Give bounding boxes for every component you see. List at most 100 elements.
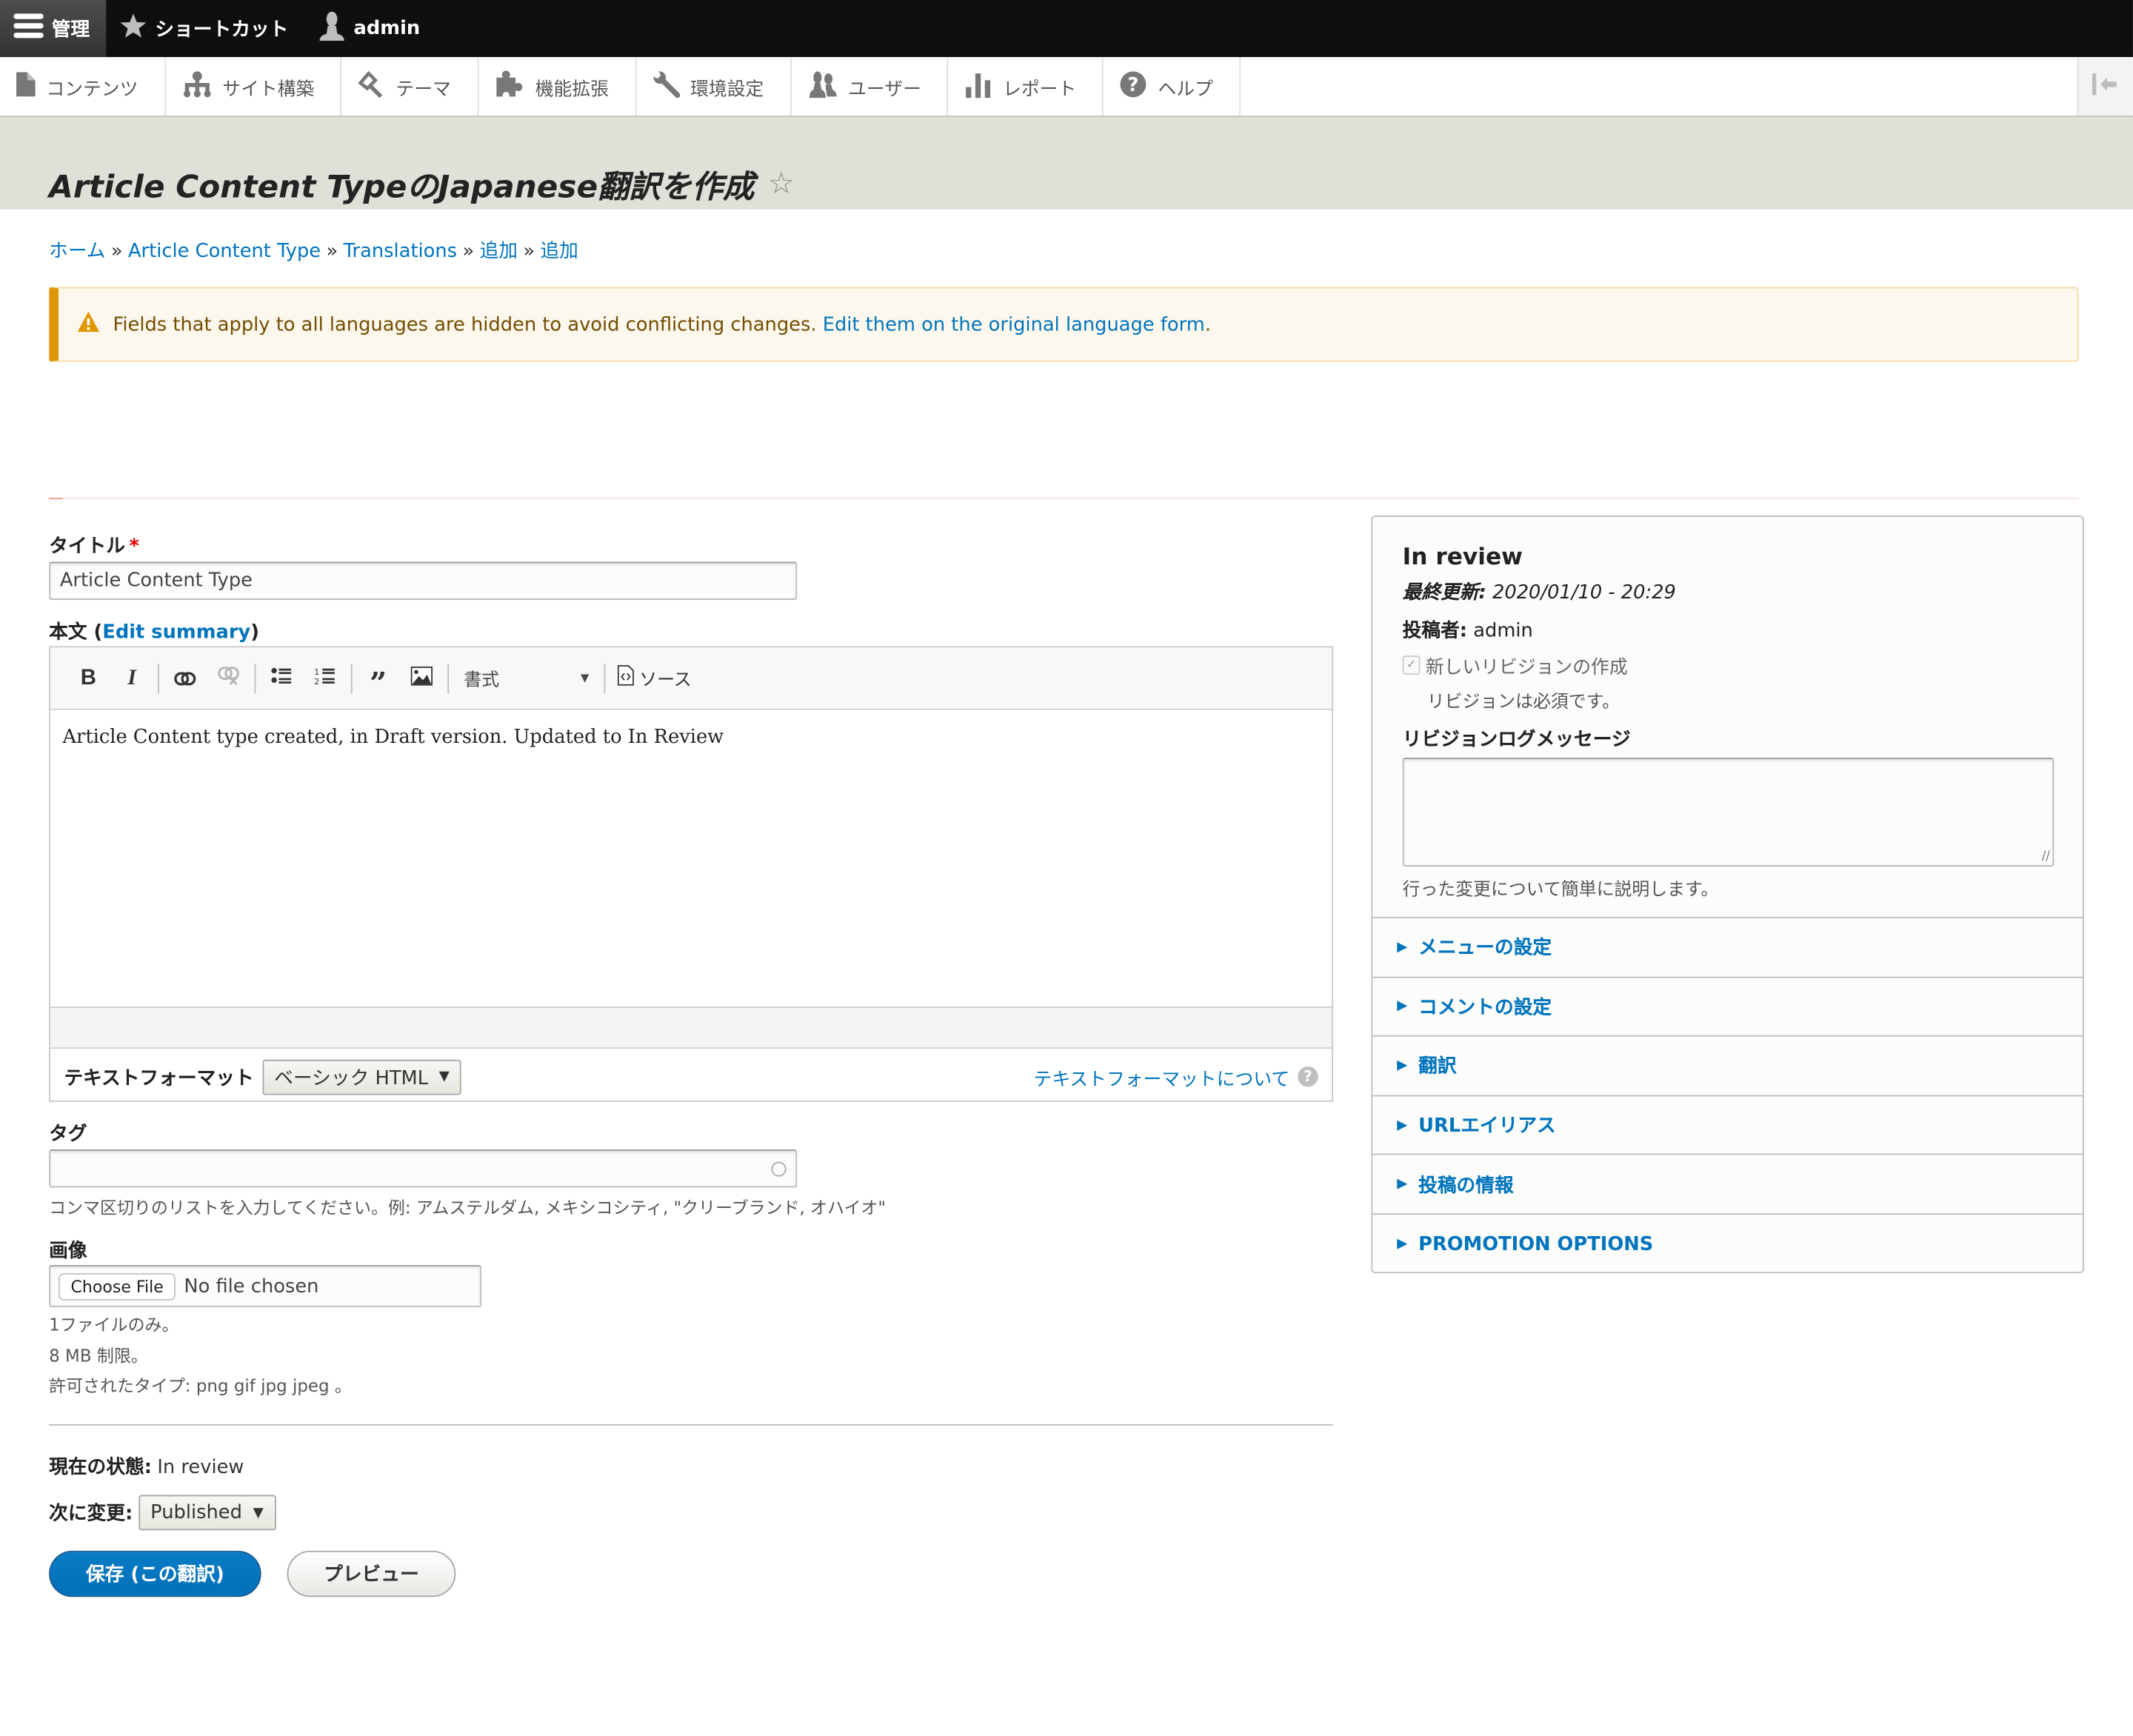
tray-item-structure[interactable]: サイト構築 — [165, 57, 342, 116]
author: 投稿者: admin — [1403, 616, 2053, 644]
toolbar-separator — [604, 663, 606, 693]
tray-item-people[interactable]: ユーザー — [791, 57, 949, 116]
promotion-options-toggle[interactable]: ▶ PROMOTION OPTIONS — [1372, 1215, 2083, 1274]
image-button[interactable] — [400, 659, 444, 697]
shortcut-star-icon[interactable]: ☆ — [768, 167, 795, 201]
original-language-form-link[interactable]: Edit them on the original language form — [823, 313, 1205, 335]
url-alias-toggle[interactable]: ▶ URLエイリアス — [1372, 1096, 2083, 1156]
manage-label: 管理 — [51, 19, 90, 41]
italic-button[interactable]: I — [110, 659, 154, 697]
text-format-value: ベーシック HTML — [274, 1066, 429, 1089]
image-desc-line: 1ファイルのみ。 — [49, 1314, 179, 1335]
link-button[interactable] — [163, 659, 207, 697]
blockquote-button[interactable]: ” — [356, 659, 400, 698]
wrench-icon — [652, 70, 680, 103]
revision-log-label: リビジョンログメッセージ — [1402, 729, 1631, 751]
comment-settings-toggle[interactable]: ▶ コメントの設定 — [1372, 978, 2083, 1037]
new-revision-checkbox-row: ✓ 新しいリビジョンの作成 — [1402, 652, 2053, 679]
shortcuts-label: ショートカット — [155, 19, 289, 41]
sidebar-header: In review 最終更新: 2020/01/10 - 20:29 投稿者: … — [1372, 517, 2083, 918]
format-dropdown[interactable]: 書式 ▼ — [453, 659, 600, 697]
preview-button[interactable]: プレビュー — [287, 1550, 456, 1598]
entity-meta-sidebar: In review 最終更新: 2020/01/10 - 20:29 投稿者: … — [1371, 515, 2084, 1274]
image-desc-line: 許可されたタイプ: png gif jpg jpeg 。 — [49, 1375, 352, 1396]
section-label: URLエイリアス — [1418, 1115, 1556, 1138]
save-translation-button[interactable]: 保存 (この翻訳) — [49, 1550, 261, 1598]
breadcrumb-home[interactable]: ホーム — [49, 241, 105, 262]
tray-item-label: 機能拡張 — [535, 78, 609, 100]
page-header: Article Content TypeのJapanese翻訳を作成 ☆ — [0, 116, 2133, 210]
tray-item-extend[interactable]: 機能拡張 — [478, 57, 636, 116]
autocomplete-throbber-icon — [771, 1161, 787, 1176]
bar-chart-icon — [965, 70, 992, 103]
help-icon: ? — [1298, 1066, 1318, 1087]
tray-item-help[interactable]: ? ヘルプ — [1104, 57, 1241, 116]
revision-log-description: 行った変更について簡単に説明します。 — [1402, 880, 1719, 901]
breadcrumb-translations[interactable]: Translations — [344, 241, 458, 262]
section-label: PROMOTION OPTIONS — [1418, 1233, 1654, 1255]
triangle-right-icon: ▶ — [1397, 1058, 1408, 1074]
sitemap-icon — [181, 70, 211, 103]
chevron-down-icon: ▼ — [253, 1505, 264, 1520]
image-file-input[interactable]: Choose File No file chosen — [49, 1265, 482, 1308]
user-menu-button[interactable]: admin — [304, 0, 436, 57]
section-label: 投稿の情報 — [1418, 1175, 1514, 1197]
italic-icon: I — [127, 666, 136, 690]
last-updated-value: 2020/01/10 - 20:29 — [1492, 582, 1676, 604]
text-format-row: テキストフォーマット ベーシック HTML ▼ テキストフォーマットについて ? — [50, 1049, 1332, 1104]
tray-item-configuration[interactable]: 環境設定 — [636, 57, 792, 116]
author-value: admin — [1473, 620, 1533, 642]
progress-fill — [49, 498, 63, 500]
breadcrumb-article[interactable]: Article Content Type — [128, 241, 321, 262]
section-label: 翻訳 — [1418, 1056, 1457, 1078]
help-icon: ? — [1120, 70, 1147, 103]
bold-button[interactable]: B — [67, 659, 110, 697]
source-icon — [617, 665, 634, 691]
numbered-list-button[interactable]: 12 — [304, 659, 347, 697]
change-to-select[interactable]: Published ▼ — [138, 1495, 276, 1531]
tray-item-content[interactable]: コンテンツ — [0, 57, 166, 116]
tray-item-label: サイト構築 — [222, 78, 315, 100]
text-format-help-link[interactable]: テキストフォーマットについて ? — [1034, 1063, 1318, 1090]
format-dropdown-label: 書式 — [464, 670, 500, 692]
editor-content-area[interactable]: Article Content type created, in Draft v… — [50, 710, 1332, 1007]
breadcrumb: ホーム» Article Content Type» Translations» 追加… — [49, 237, 578, 264]
unlink-icon — [218, 665, 239, 691]
breadcrumb-add-current[interactable]: 追加 — [540, 241, 578, 262]
resize-grip-icon[interactable]: // — [2042, 850, 2050, 864]
current-state-label: 現在の状態: — [49, 1457, 152, 1479]
new-revision-checkbox[interactable]: ✓ — [1402, 655, 1421, 675]
manage-menu-button[interactable]: 管理 — [0, 0, 107, 58]
text-format-select[interactable]: ベーシック HTML ▼ — [261, 1058, 462, 1095]
image-description: 1ファイルのみ。 8 MB 制限。 許可されたタイプ: png gif jpg … — [49, 1310, 352, 1402]
svg-text:1: 1 — [314, 667, 319, 677]
current-state: 現在の状態: In review — [49, 1453, 244, 1480]
tray-orientation-toggle[interactable] — [2077, 57, 2133, 116]
chevron-down-icon: ▼ — [438, 1069, 450, 1084]
title-input[interactable]: Article Content Type — [49, 561, 798, 600]
tray-item-label: レポート — [1003, 78, 1077, 100]
tray-item-appearance[interactable]: テーマ — [341, 57, 478, 116]
bulleted-list-button[interactable] — [260, 659, 304, 697]
tray-item-reports[interactable]: レポート — [949, 57, 1104, 116]
edit-summary-link[interactable]: Edit summary — [102, 621, 250, 643]
change-to-value: Published — [150, 1501, 242, 1524]
section-label: コメントの設定 — [1418, 997, 1552, 1019]
no-file-chosen-text: No file chosen — [184, 1275, 319, 1298]
svg-text:2: 2 — [314, 677, 319, 686]
menu-settings-toggle[interactable]: ▶ メニューの設定 — [1372, 918, 2083, 978]
unlink-button[interactable] — [207, 659, 250, 697]
breadcrumb-separator: » — [523, 241, 535, 263]
toolbar-separator — [158, 663, 159, 693]
warning-message: Fields that apply to all languages are h… — [49, 287, 2079, 362]
breadcrumb-add[interactable]: 追加 — [480, 241, 518, 262]
translation-toggle[interactable]: ▶ 翻訳 — [1372, 1037, 2083, 1096]
choose-file-button[interactable]: Choose File — [58, 1272, 176, 1300]
shortcuts-button[interactable]: ショートカット — [106, 0, 304, 57]
revision-log-textarea[interactable]: // — [1402, 758, 2054, 867]
authoring-info-toggle[interactable]: ▶ 投稿の情報 — [1372, 1155, 2083, 1215]
people-icon — [807, 70, 837, 103]
source-button[interactable]: ソース — [610, 659, 700, 697]
tags-input[interactable] — [49, 1149, 798, 1188]
breadcrumb-separator: » — [110, 241, 123, 263]
